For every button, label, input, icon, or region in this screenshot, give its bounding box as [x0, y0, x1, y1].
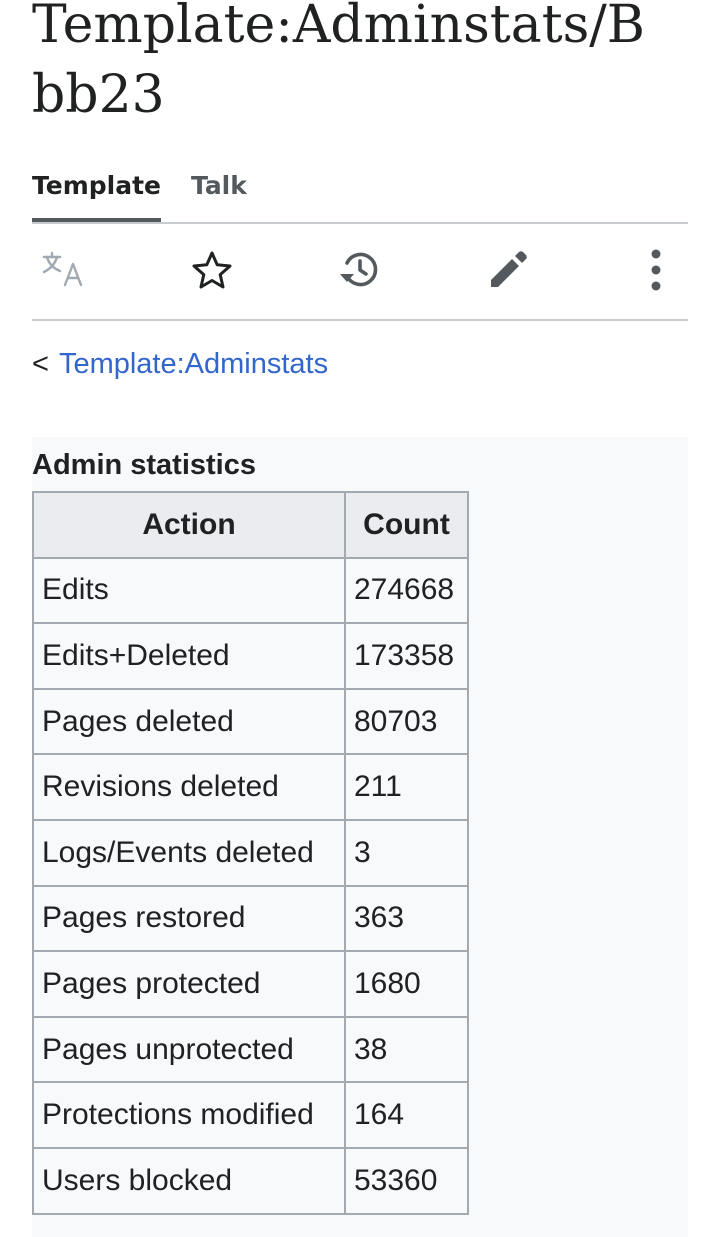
translate-icon	[42, 251, 83, 287]
row-action: Revisions deleted	[32, 753, 346, 821]
table-row: Protections modified 164	[32, 1081, 469, 1149]
row-count: 274668	[344, 556, 469, 625]
row-count: 3	[344, 818, 469, 887]
row-action: Protections modified	[32, 1081, 346, 1149]
table-row: Revisions deleted 211	[32, 753, 469, 821]
page-tabs: Template Talk	[32, 160, 688, 224]
page-content: Template:Adminstats/Bbb23 Template Talk	[32, 0, 688, 1237]
edit-button[interactable]	[484, 246, 532, 294]
row-action: Pages unprotected	[32, 1015, 346, 1084]
row-action: Pages restored	[32, 884, 346, 953]
table-row: Logs/Events deleted 3	[32, 818, 469, 887]
watch-button[interactable]	[188, 246, 236, 294]
tab-template[interactable]: Template	[32, 160, 161, 222]
row-action: Pages protected	[32, 950, 346, 1018]
row-count: 80703	[344, 687, 469, 756]
breadcrumb-link[interactable]: Template:Adminstats	[59, 348, 328, 380]
row-count: 173358	[344, 622, 469, 690]
table-row: Pages unprotected 38	[32, 1015, 469, 1084]
table-header-row: Action Count	[32, 491, 469, 559]
breadcrumb: < Template:Adminstats	[32, 344, 328, 384]
stats-caption: Admin statistics	[32, 449, 256, 481]
table-row: Edits 274668	[32, 556, 469, 625]
history-button[interactable]	[336, 246, 384, 294]
table-row: Pages protected 1680	[32, 950, 469, 1018]
header-action: Action	[32, 491, 346, 559]
table-row: Pages restored 363	[32, 884, 469, 953]
admin-stats-box: Admin statistics Action Count Edits 2746…	[32, 437, 688, 1237]
row-action: Users blocked	[32, 1146, 346, 1215]
tab-talk[interactable]: Talk	[191, 160, 247, 220]
row-action: Pages deleted	[32, 687, 346, 756]
row-count: 1680	[344, 950, 469, 1018]
row-action: Edits	[32, 556, 346, 625]
row-action: Edits+Deleted	[32, 622, 346, 690]
row-count: 53360	[344, 1146, 469, 1215]
history-icon	[340, 252, 378, 287]
table-row: Users blocked 53360	[32, 1146, 469, 1215]
row-count: 211	[344, 753, 469, 821]
edit-icon	[491, 251, 527, 287]
overflow-menu-button[interactable]	[632, 246, 680, 294]
star-icon	[192, 251, 232, 289]
breadcrumb-prefix: <	[32, 348, 49, 380]
stats-table: Action Count Edits 274668 Edits+Deleted …	[32, 491, 469, 1215]
page-actions-toolbar	[32, 224, 688, 321]
row-count: 38	[344, 1015, 469, 1084]
row-count: 164	[344, 1081, 469, 1149]
language-button[interactable]	[40, 246, 88, 294]
table-row: Edits+Deleted 173358	[32, 622, 469, 690]
header-count: Count	[344, 491, 469, 559]
row-count: 363	[344, 884, 469, 953]
page-title: Template:Adminstats/Bbb23	[32, 0, 646, 125]
more-icon	[651, 249, 661, 291]
row-action: Logs/Events deleted	[32, 818, 346, 887]
table-row: Pages deleted 80703	[32, 687, 469, 756]
